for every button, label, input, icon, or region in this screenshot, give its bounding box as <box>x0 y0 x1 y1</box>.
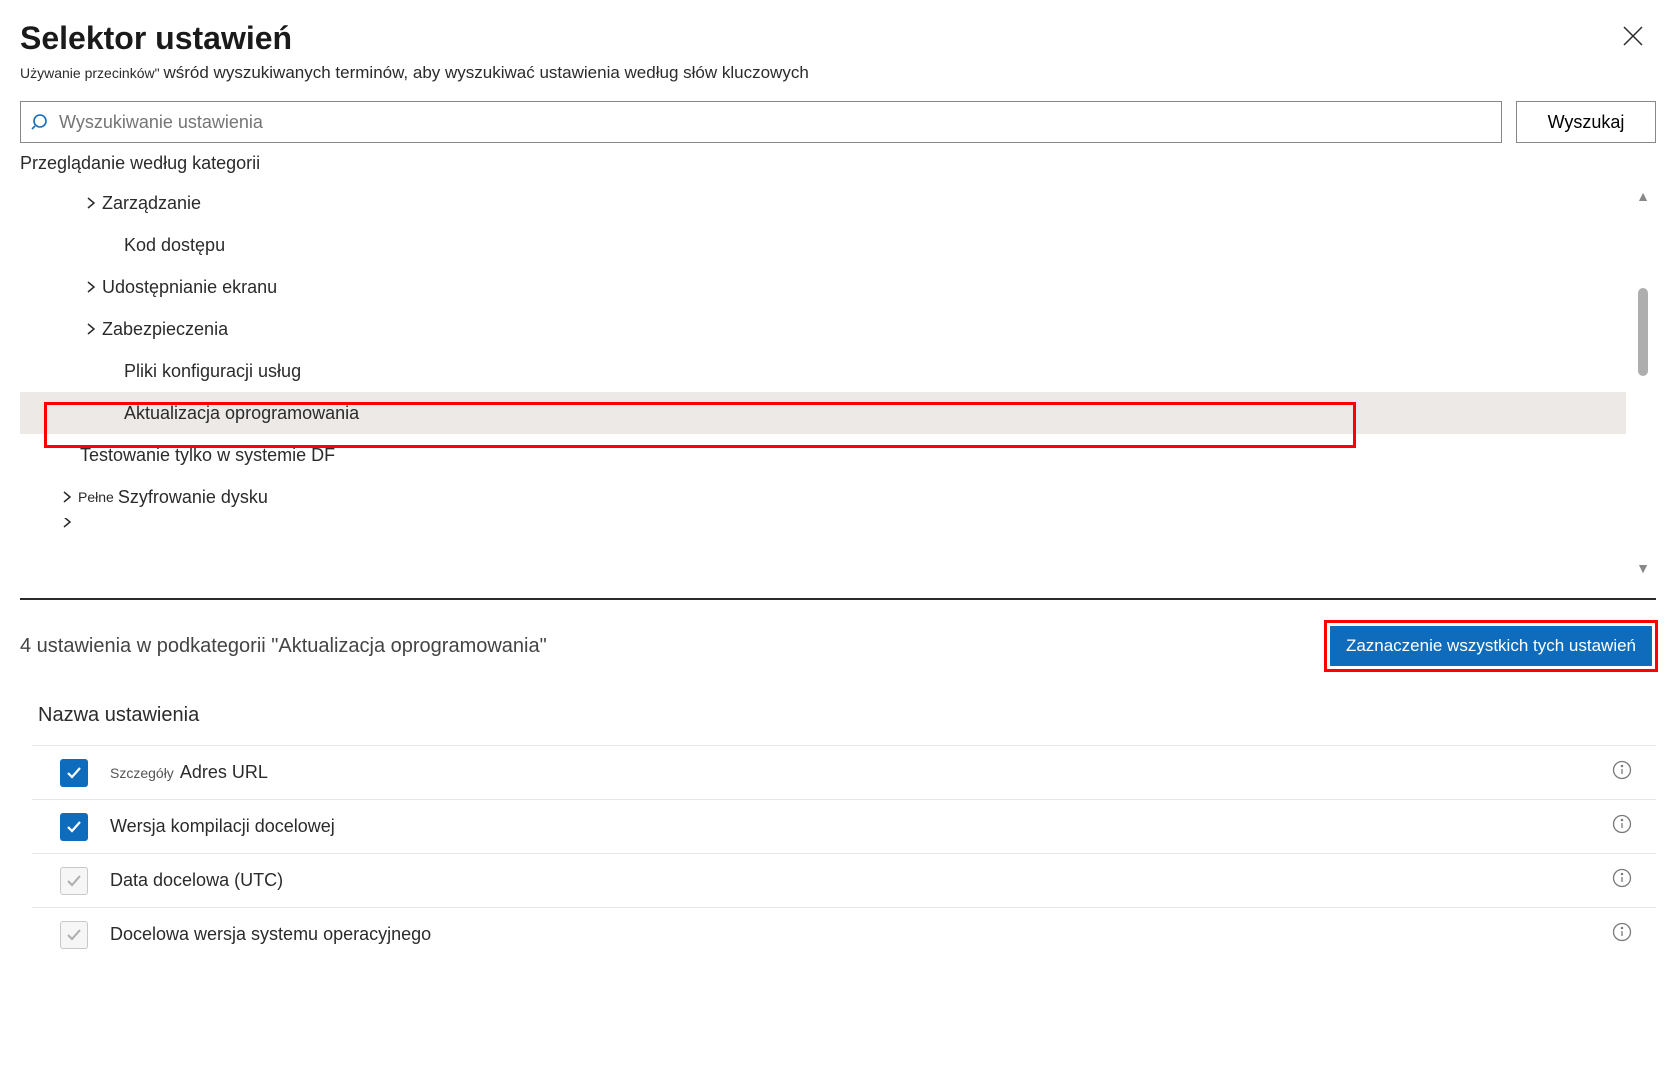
search-box[interactable] <box>20 101 1502 143</box>
results-count: 4 ustawienia w podkategorii "Aktualizacj… <box>20 635 547 658</box>
divider <box>20 598 1656 600</box>
tree-item-label: Kod dostępu <box>124 235 225 256</box>
setting-row[interactable]: Szczegóły Adres URL <box>32 745 1656 799</box>
tree-item-label: Testowanie tylko w systemie DF <box>80 445 335 466</box>
tree-item-df-testing[interactable]: Testowanie tylko w systemie DF <box>20 434 1626 476</box>
tree-item-label: Aktualizacja oprogramowania <box>124 403 359 424</box>
checkbox[interactable] <box>60 813 88 841</box>
tree-item-partial[interactable] <box>20 518 1626 538</box>
chevron-right-icon <box>56 518 78 528</box>
tree-item-management[interactable]: Zarządzanie <box>20 182 1626 224</box>
scroll-thumb[interactable] <box>1638 288 1648 376</box>
setting-name: Wersja kompilacji docelowej <box>110 816 1612 837</box>
info-icon[interactable] <box>1612 760 1632 785</box>
tree-item-prefix: Pełne <box>78 489 114 505</box>
check-icon <box>65 764 83 782</box>
search-input[interactable] <box>59 112 1491 133</box>
tree-item-software-update[interactable]: Aktualizacja oprogramowania <box>20 392 1626 434</box>
scroll-down-icon[interactable]: ▼ <box>1636 560 1650 576</box>
search-icon <box>31 112 51 132</box>
search-button[interactable]: Wyszukaj <box>1516 101 1656 143</box>
chevron-right-icon <box>56 491 78 503</box>
tree-scrollbar[interactable]: ▲ ▼ <box>1634 188 1652 576</box>
setting-row[interactable]: Docelowa wersja systemu operacyjnego <box>32 907 1656 961</box>
chevron-right-icon <box>80 323 102 335</box>
setting-name: Docelowa wersja systemu operacyjnego <box>110 924 1612 945</box>
close-icon <box>1622 25 1644 47</box>
checkbox[interactable] <box>60 867 88 895</box>
check-icon <box>65 872 83 890</box>
setting-name: Adres URL <box>180 762 1612 783</box>
setting-name: Data docelowa (UTC) <box>110 870 1612 891</box>
category-tree[interactable]: Zarządzanie Kod dostępu Udostępnianie ek… <box>20 182 1656 582</box>
setting-row[interactable]: Data docelowa (UTC) <box>32 853 1656 907</box>
tree-item-label: Zabezpieczenia <box>102 319 228 340</box>
tree-item-label: Udostępnianie ekranu <box>102 277 277 298</box>
settings-table: Nazwa ustawienia Szczegóły Adres URL Wer… <box>20 694 1656 961</box>
tree-item-security[interactable]: Zabezpieczenia <box>20 308 1626 350</box>
tree-item-label: Pliki konfiguracji usług <box>124 361 301 382</box>
info-icon[interactable] <box>1612 868 1632 893</box>
check-icon <box>65 926 83 944</box>
close-button[interactable] <box>1610 20 1656 56</box>
tree-item-label: Zarządzanie <box>102 193 201 214</box>
tree-item-service-config[interactable]: Pliki konfiguracji usług <box>20 350 1626 392</box>
browse-by-category-label: Przeglądanie według kategorii <box>20 153 1656 174</box>
subtitle: Używanie przecinków" wśród wyszukiwanych… <box>20 63 1656 83</box>
tree-item-screen-sharing[interactable]: Udostępnianie ekranu <box>20 266 1626 308</box>
info-icon[interactable] <box>1612 814 1632 839</box>
chevron-right-icon <box>80 281 102 293</box>
info-icon[interactable] <box>1612 922 1632 947</box>
select-all-button[interactable]: Zaznaczenie wszystkich tych ustawień <box>1330 626 1652 666</box>
setting-row[interactable]: Wersja kompilacji docelowej <box>32 799 1656 853</box>
row-details-label: Szczegóły <box>110 765 174 781</box>
page-title: Selektor ustawień <box>20 20 292 57</box>
check-icon <box>65 818 83 836</box>
checkbox[interactable] <box>60 921 88 949</box>
column-header-name: Nazwa ustawienia <box>32 694 1656 745</box>
scroll-up-icon[interactable]: ▲ <box>1636 188 1650 204</box>
tree-item-disk-encryption[interactable]: Pełne Szyfrowanie dysku <box>20 476 1626 518</box>
tree-item-label: Szyfrowanie dysku <box>118 487 268 508</box>
chevron-right-icon <box>80 197 102 209</box>
tree-item-passcode[interactable]: Kod dostępu <box>20 224 1626 266</box>
checkbox[interactable] <box>60 759 88 787</box>
